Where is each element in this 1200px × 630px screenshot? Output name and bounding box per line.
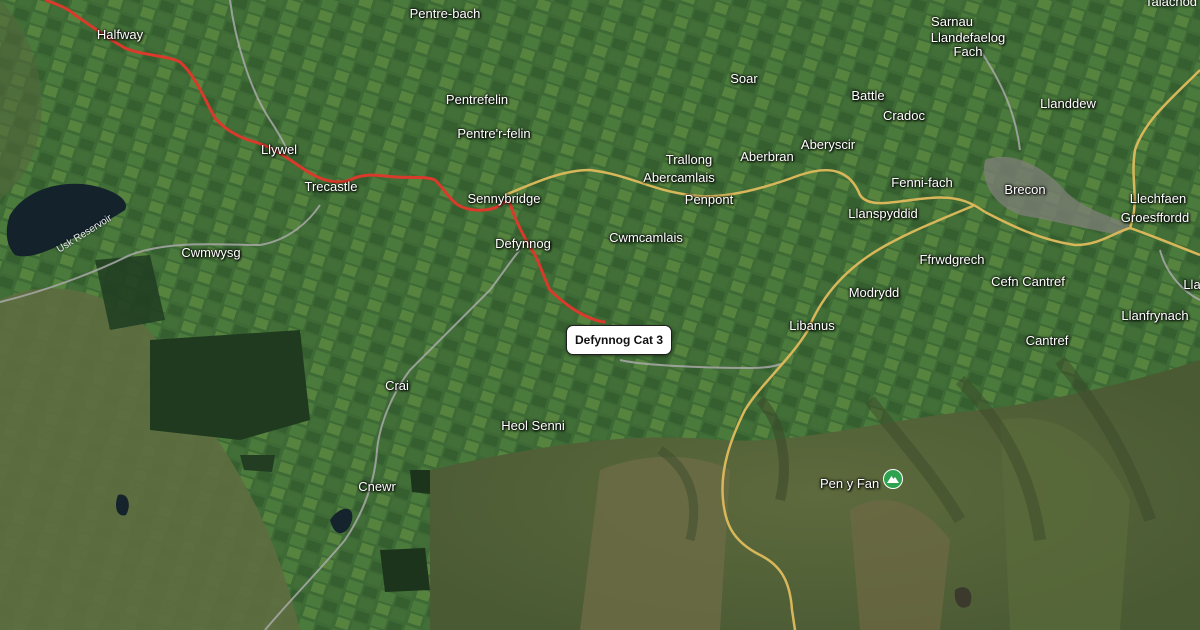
place-label-llanfrynach: Llanfrynach [1121,308,1189,323]
place-label-soar: Soar [730,71,758,86]
place-label-fragment-lla: Lla [1183,277,1200,292]
place-label-modrydd: Modrydd [848,285,900,300]
segment-label[interactable]: Defynnog Cat 3 [566,325,673,355]
place-label-llanddew: Llanddew [1040,96,1096,111]
place-label-pentre-r-felin: Pentre'r-felin [457,126,531,141]
place-label-halfway: Halfway [96,27,144,42]
place-label-ffrwdgrech: Ffrwdgrech [919,252,985,267]
peak-label[interactable]: Pen y Fan [820,476,879,491]
place-label-fragment: Talachod [1145,0,1198,9]
place-label-defynnog: Defynnog [495,236,551,251]
place-label-cradoc: Cradoc [883,108,925,123]
place-label-cwmcamlais: Cwmcamlais [609,230,683,245]
place-label-trallong: Trallong [665,152,713,167]
place-label-sennybridge: Sennybridge [467,191,541,206]
place-label-pentre-bach: Pentre-bach [409,6,481,21]
place-label-cwmwysg: Cwmwysg [181,245,241,260]
place-label-cantref: Cantref [1025,333,1069,348]
place-label-aberbran: Aberbran [740,149,794,164]
place-label-heol-senni: Heol Senni [501,418,565,433]
place-label-cnewr: Cnewr [358,479,396,494]
place-label-pentrefelin: Pentrefelin [445,92,509,107]
place-label-battle: Battle [851,88,885,103]
place-label-libanus: Libanus [789,318,835,333]
place-label-llechfaen: Llechfaen [1129,191,1187,206]
terrain-layer [0,0,1200,630]
place-label-llywel: Llywel [260,142,298,157]
place-label-cefn-cantref: Cefn Cantref [991,274,1065,289]
place-label-llandefaelog-fach: Llandefaelog Fach [930,30,1006,59]
place-label-llanspyddid: Llanspyddid [848,206,918,221]
place-label-crai: Crai [385,378,409,393]
place-label-fenni-fach: Fenni-fach [891,175,953,190]
place-label-trecastle: Trecastle [304,179,358,194]
place-label-penpont: Penpont [684,192,734,207]
place-label-sarnau: Sarnau [931,14,973,29]
place-label-abercamlais: Abercamlais [643,170,715,185]
place-label-aberyscir: Aberyscir [800,137,856,152]
mountain-peak-icon[interactable] [883,469,903,489]
place-label-groesffordd: Groesffordd [1120,210,1190,225]
place-label-brecon: Brecon [1004,182,1046,197]
satellite-map[interactable]: Usk Reservoir Talachod Halfway Pentre-ba… [0,0,1200,630]
